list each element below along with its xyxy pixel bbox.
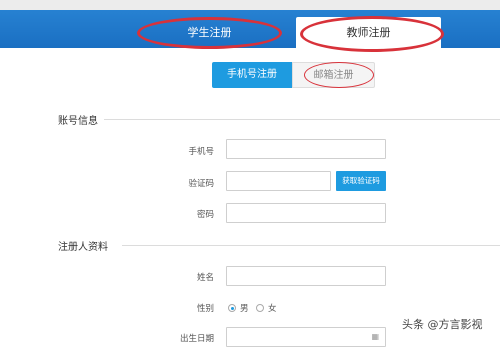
section-divider xyxy=(122,245,500,246)
gender-female-label: 女 xyxy=(268,304,277,314)
phone-label: 手机号 xyxy=(188,147,214,157)
section-title-profile: 注册人资料 xyxy=(58,242,108,253)
calendar-icon[interactable]: ▦ xyxy=(371,332,379,341)
section-title-account: 账号信息 xyxy=(58,116,98,127)
watermark: 头条 @方言影视 xyxy=(402,318,483,331)
tab-student-register[interactable]: 学生注册 xyxy=(137,17,282,48)
code-input[interactable] xyxy=(226,171,331,191)
password-label: 密码 xyxy=(196,210,214,220)
birth-date-input[interactable]: ▦ xyxy=(226,327,386,347)
phone-input[interactable] xyxy=(226,139,386,159)
gender-female-radio[interactable] xyxy=(256,304,264,312)
section-divider xyxy=(104,119,500,120)
email-register-button[interactable]: 邮箱注册 xyxy=(292,62,375,88)
tab-teacher-register[interactable]: 教师注册 xyxy=(296,17,441,48)
name-label: 姓名 xyxy=(196,273,214,283)
get-code-button[interactable]: 获取验证码 xyxy=(336,171,386,191)
phone-register-button[interactable]: 手机号注册 xyxy=(212,62,292,88)
code-label: 验证码 xyxy=(188,179,214,189)
gender-male-label: 男 xyxy=(240,304,249,314)
gender-label: 性别 xyxy=(196,304,214,314)
birth-date-label: 出生日期 xyxy=(179,334,214,344)
password-input[interactable] xyxy=(226,203,386,223)
gender-male-radio[interactable] xyxy=(228,304,236,312)
name-input[interactable] xyxy=(226,266,386,286)
